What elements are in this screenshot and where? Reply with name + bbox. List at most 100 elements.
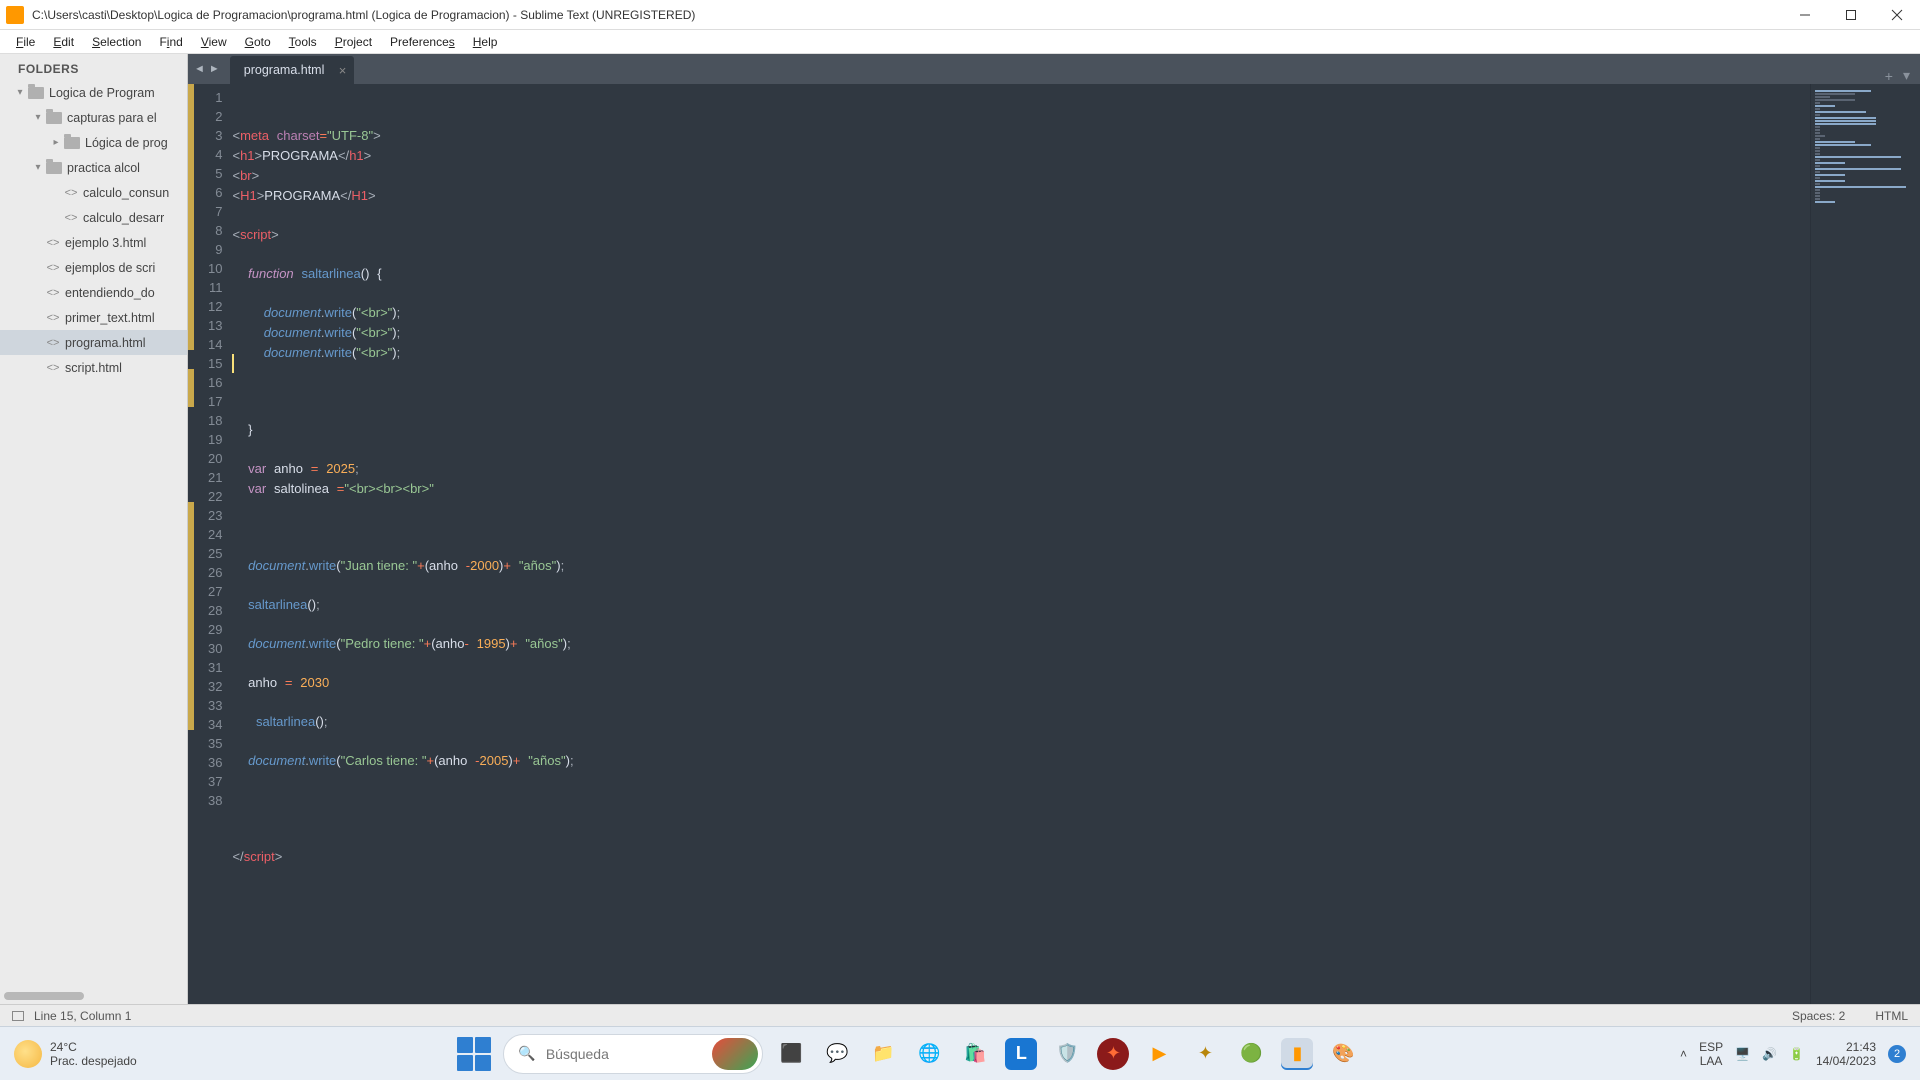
tree-file-5[interactable]: <> calculo_desarr bbox=[0, 205, 187, 230]
close-button[interactable] bbox=[1874, 0, 1920, 30]
minimap[interactable] bbox=[1810, 84, 1920, 1004]
tree-item-label: calculo_desarr bbox=[83, 211, 164, 225]
sidebar-scrollbar[interactable] bbox=[4, 990, 124, 1002]
cursor-position[interactable]: Line 15, Column 1 bbox=[34, 1009, 131, 1023]
tray-notifications[interactable]: 2 bbox=[1888, 1045, 1906, 1063]
windows-taskbar: 24°C Prac. despejado 🔍 Búsqueda ⬛ 💬 📁 🌐 … bbox=[0, 1026, 1920, 1080]
start-button[interactable] bbox=[457, 1037, 491, 1071]
taskbar-game[interactable]: ✦ bbox=[1189, 1038, 1221, 1070]
file-icon: <> bbox=[46, 237, 60, 249]
taskbar-search[interactable]: 🔍 Búsqueda bbox=[503, 1034, 763, 1074]
tray-battery-icon[interactable]: 🔋 bbox=[1789, 1047, 1804, 1061]
menu-tools[interactable]: Tools bbox=[281, 33, 325, 51]
folder-icon bbox=[46, 112, 62, 124]
menu-selection[interactable]: Selection bbox=[84, 33, 149, 51]
tray-volume-icon[interactable]: 🔊 bbox=[1762, 1047, 1777, 1061]
file-icon: <> bbox=[46, 262, 60, 274]
taskbar-weather[interactable]: 24°C Prac. despejado bbox=[14, 1040, 137, 1068]
minimize-button[interactable] bbox=[1782, 0, 1828, 30]
tab-close-icon[interactable]: × bbox=[339, 63, 347, 78]
file-icon: <> bbox=[46, 287, 60, 299]
tray-clock[interactable]: 21:43 14/04/2023 bbox=[1816, 1040, 1876, 1068]
tree-folder-0[interactable]: ▾Logica de Program bbox=[0, 80, 187, 105]
weather-temp: 24°C bbox=[50, 1040, 137, 1054]
tree-item-label: capturas para el bbox=[67, 111, 157, 125]
taskbar-app-l[interactable]: L bbox=[1005, 1038, 1037, 1070]
tab-history-nav[interactable]: ◄► bbox=[188, 54, 226, 84]
weather-desc: Prac. despejado bbox=[50, 1054, 137, 1068]
title-bar: C:\Users\casti\Desktop\Logica de Program… bbox=[0, 0, 1920, 30]
menu-edit[interactable]: Edit bbox=[45, 33, 82, 51]
tab-bar: ◄► programa.html × + ▾ bbox=[188, 54, 1920, 84]
menu-view[interactable]: View bbox=[193, 33, 235, 51]
folder-icon bbox=[46, 162, 62, 174]
folder-icon bbox=[64, 137, 80, 149]
file-icon: <> bbox=[64, 212, 78, 224]
tray-network-icon[interactable]: 🖥️ bbox=[1735, 1047, 1750, 1061]
tree-file-9[interactable]: <> primer_text.html bbox=[0, 305, 187, 330]
tree-file-10[interactable]: <> programa.html bbox=[0, 330, 187, 355]
file-icon: <> bbox=[46, 312, 60, 324]
folder-tree: ▾Logica de Program▾capturas para el▸Lógi… bbox=[0, 80, 187, 380]
tree-item-label: primer_text.html bbox=[65, 311, 155, 325]
file-icon: <> bbox=[64, 187, 78, 199]
folder-icon bbox=[28, 87, 44, 99]
tree-item-label: entendiendo_do bbox=[65, 286, 155, 300]
tree-item-label: programa.html bbox=[65, 336, 146, 350]
taskbar-paint[interactable]: 🎨 bbox=[1327, 1038, 1359, 1070]
taskbar-store[interactable]: 🛍️ bbox=[959, 1038, 991, 1070]
tab-programa[interactable]: programa.html × bbox=[230, 56, 355, 84]
menu-file[interactable]: File bbox=[8, 33, 43, 51]
weather-icon bbox=[14, 1040, 42, 1068]
taskbar-app-red[interactable]: ✦ bbox=[1097, 1038, 1129, 1070]
menu-project[interactable]: Project bbox=[327, 33, 380, 51]
taskbar-taskview[interactable]: ⬛ bbox=[775, 1038, 807, 1070]
search-highlight-icon bbox=[712, 1038, 758, 1070]
tab-menu-button[interactable]: ▾ bbox=[1903, 67, 1910, 84]
tree-file-11[interactable]: <> script.html bbox=[0, 355, 187, 380]
tree-item-label: script.html bbox=[65, 361, 122, 375]
indentation-setting[interactable]: Spaces: 2 bbox=[1792, 1009, 1845, 1023]
taskbar-media[interactable]: ▶ bbox=[1143, 1038, 1175, 1070]
syntax-setting[interactable]: HTML bbox=[1875, 1009, 1908, 1023]
tree-item-label: Logica de Program bbox=[49, 86, 155, 100]
tree-file-6[interactable]: <> ejemplo 3.html bbox=[0, 230, 187, 255]
tree-item-label: Lógica de prog bbox=[85, 136, 168, 150]
taskbar-edge[interactable]: 🌐 bbox=[913, 1038, 945, 1070]
code-editor[interactable]: 1234567891011121314151617181920212223242… bbox=[188, 84, 1920, 1004]
file-icon: <> bbox=[46, 362, 60, 374]
taskbar-sublime[interactable]: ▮ bbox=[1281, 1038, 1313, 1070]
system-tray: ˄ ESP LAA 🖥️ 🔊 🔋 21:43 14/04/2023 2 bbox=[1680, 1040, 1906, 1068]
file-icon: <> bbox=[46, 337, 60, 349]
search-placeholder: Búsqueda bbox=[546, 1046, 609, 1062]
tree-file-4[interactable]: <> calculo_consun bbox=[0, 180, 187, 205]
maximize-button[interactable] bbox=[1828, 0, 1874, 30]
sidebar: FOLDERS ▾Logica de Program▾capturas para… bbox=[0, 54, 188, 1004]
tree-folder-1[interactable]: ▾capturas para el bbox=[0, 105, 187, 130]
taskbar-chat[interactable]: 💬 bbox=[821, 1038, 853, 1070]
tree-folder-3[interactable]: ▾practica alcol bbox=[0, 155, 187, 180]
tree-item-label: ejemplo 3.html bbox=[65, 236, 146, 250]
taskbar-mcafee[interactable]: 🛡️ bbox=[1051, 1038, 1083, 1070]
tree-file-8[interactable]: <> entendiendo_do bbox=[0, 280, 187, 305]
tray-language[interactable]: ESP LAA bbox=[1699, 1040, 1723, 1068]
menu-goto[interactable]: Goto bbox=[237, 33, 279, 51]
new-tab-button[interactable]: + bbox=[1885, 68, 1893, 84]
taskbar-chrome[interactable]: 🟢 bbox=[1235, 1038, 1267, 1070]
menu-find[interactable]: Find bbox=[151, 33, 190, 51]
tray-chevron-icon[interactable]: ˄ bbox=[1680, 1047, 1687, 1061]
panel-toggle-icon[interactable] bbox=[12, 1011, 24, 1021]
tree-file-7[interactable]: <> ejemplos de scri bbox=[0, 255, 187, 280]
tree-item-label: calculo_consun bbox=[83, 186, 169, 200]
menu-help[interactable]: Help bbox=[465, 33, 506, 51]
tree-item-label: practica alcol bbox=[67, 161, 140, 175]
menu-preferences[interactable]: Preferences bbox=[382, 33, 463, 51]
menu-bar: File Edit Selection Find View Goto Tools… bbox=[0, 30, 1920, 54]
tree-item-label: ejemplos de scri bbox=[65, 261, 155, 275]
sidebar-header: FOLDERS bbox=[0, 54, 187, 80]
taskbar-explorer[interactable]: 📁 bbox=[867, 1038, 899, 1070]
tree-folder-2[interactable]: ▸Lógica de prog bbox=[0, 130, 187, 155]
app-icon bbox=[6, 6, 24, 24]
tab-label: programa.html bbox=[244, 63, 325, 77]
status-bar: Line 15, Column 1 Spaces: 2 HTML bbox=[0, 1004, 1920, 1026]
